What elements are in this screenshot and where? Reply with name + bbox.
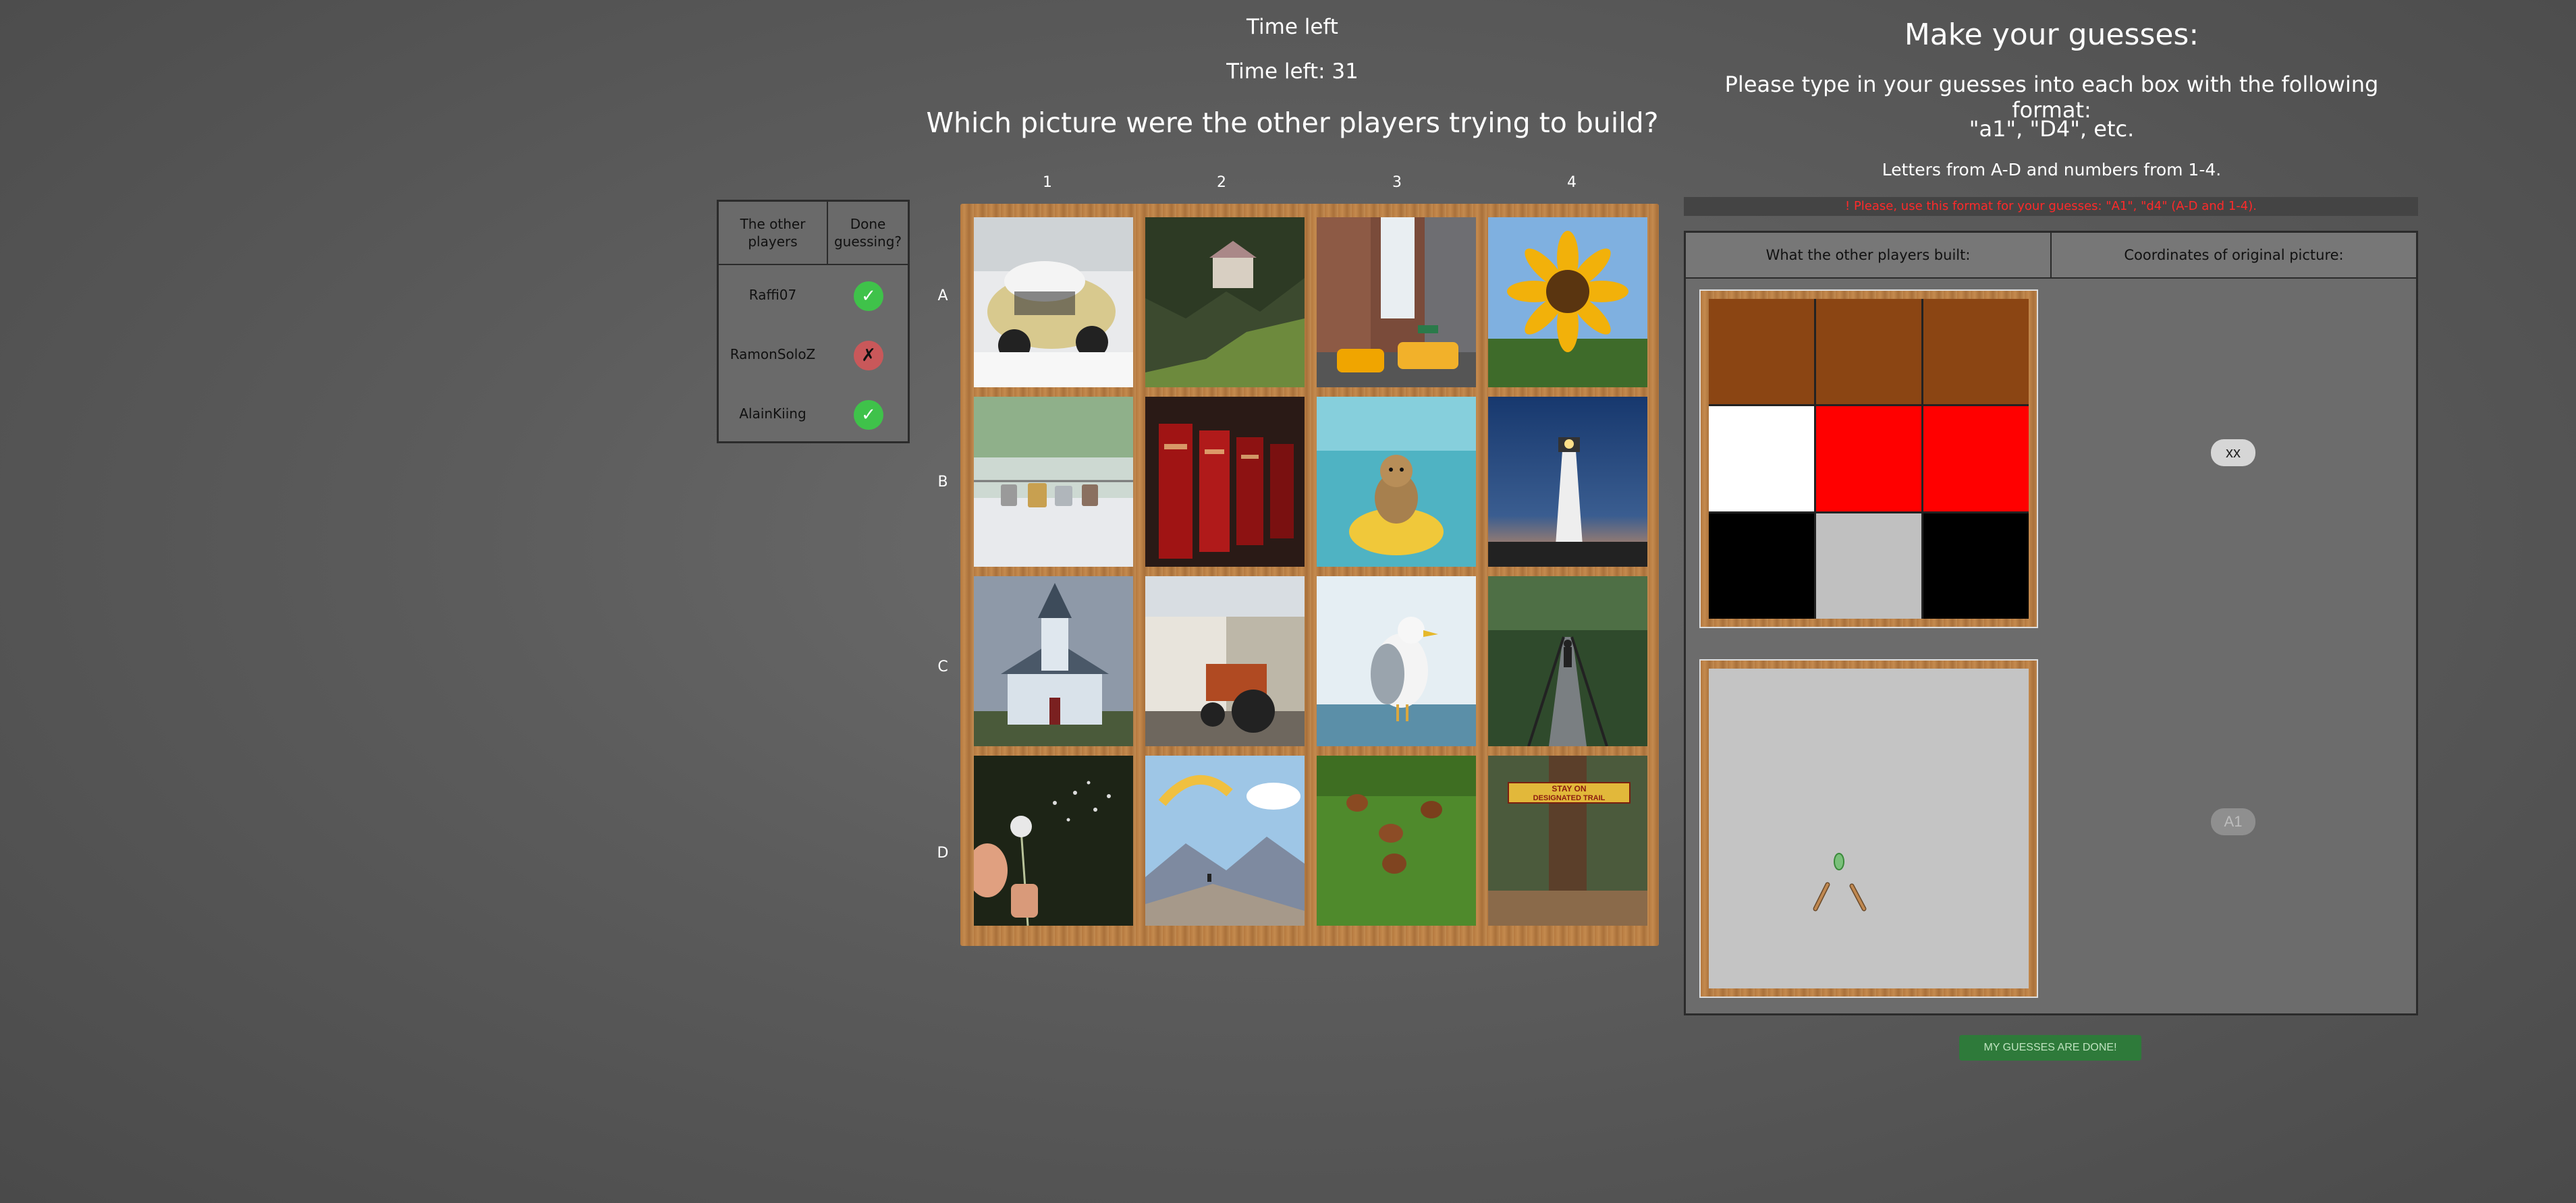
tile-b4[interactable] bbox=[1488, 397, 1647, 567]
coords-column-header: Coordinates of original picture: bbox=[2052, 233, 2416, 279]
row-label: A bbox=[937, 287, 948, 304]
tile-d3[interactable] bbox=[1317, 756, 1476, 926]
player-row: RamonSoloZ ✗ bbox=[719, 325, 908, 384]
grid-cell bbox=[1816, 513, 1921, 619]
paraglider-mountains-image bbox=[1145, 756, 1305, 926]
sunflower-image bbox=[1488, 217, 1647, 387]
tile-c4[interactable] bbox=[1488, 576, 1647, 746]
column-label: 4 bbox=[1567, 174, 1577, 191]
tile-d1[interactable] bbox=[974, 756, 1133, 926]
trail-sign-line2: DESIGNATED TRAIL bbox=[1533, 794, 1606, 802]
red-phone-booths-image bbox=[1145, 397, 1305, 567]
tile-d4[interactable]: STAY ON DESIGNATED TRAIL bbox=[1488, 756, 1647, 926]
guess-range-hint: Letters from A-D and numbers from 1-4. bbox=[1882, 160, 2222, 179]
tile-b1[interactable] bbox=[974, 397, 1133, 567]
row-label: D bbox=[937, 845, 949, 862]
column-label: 2 bbox=[1217, 174, 1226, 191]
player-name: AlainKiing bbox=[739, 405, 806, 422]
grid-cell bbox=[1816, 406, 1921, 511]
time-left-title: Time left bbox=[1246, 15, 1338, 39]
picture-board: STAY ON DESIGNATED TRAIL bbox=[960, 204, 1659, 946]
tile-b3[interactable] bbox=[1317, 397, 1476, 567]
grid-cell bbox=[1709, 513, 1814, 619]
player-row: Raffi07 ✓ bbox=[719, 265, 908, 325]
player-name: Raffi07 bbox=[748, 287, 797, 303]
tile-a4[interactable] bbox=[1488, 217, 1647, 387]
grid-cell bbox=[1923, 513, 2029, 619]
snowy-beetle-car-image bbox=[974, 217, 1133, 387]
tile-a3[interactable] bbox=[1317, 217, 1476, 387]
grid-cell bbox=[1816, 299, 1921, 404]
dog-on-paddleboard-image bbox=[1317, 397, 1476, 567]
lighthouse-night-image bbox=[1488, 397, 1647, 567]
tile-c2[interactable] bbox=[1145, 576, 1305, 746]
tile-c3[interactable] bbox=[1317, 576, 1476, 746]
row-label: B bbox=[937, 474, 948, 491]
grid-cell bbox=[1923, 299, 2029, 404]
row-label: C bbox=[937, 659, 948, 675]
players-table: The other players Done guessing? Raffi07… bbox=[717, 200, 910, 443]
player-row: AlainKiing ✓ bbox=[719, 384, 908, 443]
cliff-castle-forest-image bbox=[1145, 217, 1305, 387]
pixel-grid bbox=[1709, 299, 2029, 619]
built-picture-2 bbox=[1699, 659, 2038, 998]
old-tractor-image bbox=[1145, 576, 1305, 746]
grid-cell bbox=[1709, 299, 1814, 404]
guess-format-example: "a1", "D4", etc. bbox=[1969, 116, 2135, 142]
city-street-taxis-image bbox=[1317, 217, 1476, 387]
guess-instructions: Please type in your guesses into each bo… bbox=[1724, 72, 2379, 123]
stay-on-trail-sign-image: STAY ON DESIGNATED TRAIL bbox=[1488, 756, 1647, 926]
church-image bbox=[974, 576, 1133, 746]
chickens-grass-image bbox=[1317, 756, 1476, 926]
trail-sign-line1: STAY ON bbox=[1552, 784, 1586, 793]
guess-input-1[interactable] bbox=[2211, 439, 2255, 466]
player-name: RamonSoloZ bbox=[730, 346, 816, 362]
tile-c1[interactable] bbox=[974, 576, 1133, 746]
tile-d2[interactable] bbox=[1145, 756, 1305, 926]
stick-figure-drawing bbox=[1813, 853, 1867, 912]
tile-b2[interactable] bbox=[1145, 397, 1305, 567]
check-icon: ✓ bbox=[854, 281, 883, 311]
question-heading: Which picture were the other players try… bbox=[926, 107, 1659, 139]
format-error-message: ! Please, use this format for your guess… bbox=[1684, 197, 2418, 216]
guess-input-2[interactable] bbox=[2211, 808, 2255, 835]
guesses-done-button[interactable]: MY GUESSES ARE DONE! bbox=[1959, 1035, 2141, 1061]
cross-icon: ✗ bbox=[854, 341, 883, 370]
time-left-counter: Time left: 31 bbox=[1226, 59, 1359, 84]
guess-panel: What the other players built: Coordinate… bbox=[1684, 231, 2418, 1015]
dandelion-blow-image bbox=[974, 756, 1133, 926]
players-column-header: The other players bbox=[719, 202, 828, 265]
guess-title: Make your guesses: bbox=[1904, 18, 2199, 52]
built-picture-1 bbox=[1699, 289, 2038, 628]
done-column-header: Done guessing? bbox=[828, 202, 908, 265]
forest-bridge-image bbox=[1488, 576, 1647, 746]
built-column-header: What the other players built: bbox=[1686, 233, 2052, 279]
tile-a1[interactable] bbox=[974, 217, 1133, 387]
seagull-image bbox=[1317, 576, 1476, 746]
drawing-canvas bbox=[1709, 669, 2029, 988]
column-label: 1 bbox=[1043, 174, 1052, 191]
love-padlocks-image bbox=[974, 397, 1133, 567]
tile-a2[interactable] bbox=[1145, 217, 1305, 387]
grid-cell bbox=[1923, 406, 2029, 511]
grid-cell bbox=[1709, 406, 1814, 511]
check-icon: ✓ bbox=[854, 400, 883, 430]
column-label: 3 bbox=[1392, 174, 1402, 191]
